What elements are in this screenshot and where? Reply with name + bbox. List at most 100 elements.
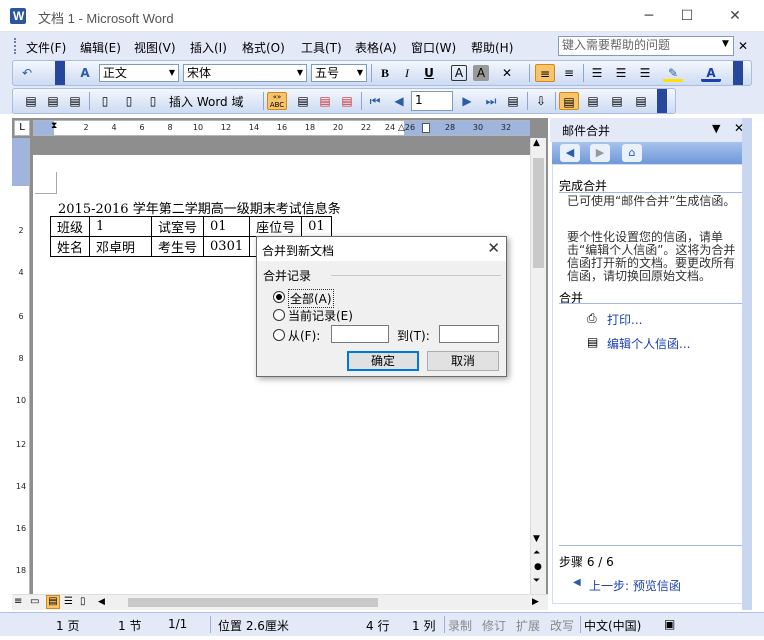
status-record-macro[interactable]: 录制: [448, 617, 472, 634]
insert-merge-fields-icon[interactable]: ▯: [143, 92, 163, 110]
scroll-thumb[interactable]: [533, 158, 544, 268]
table-cell[interactable]: 0301: [203, 236, 251, 257]
previous-record-icon[interactable]: ◀: [389, 92, 409, 110]
next-record-icon[interactable]: ▶: [457, 92, 477, 110]
prev-step-arrow-icon[interactable]: ◀: [573, 577, 581, 588]
status-track-changes[interactable]: 修订: [482, 617, 506, 634]
radio-all-label[interactable]: 全部(A): [288, 289, 334, 308]
table-cell[interactable]: 01: [301, 216, 332, 237]
record-number-input[interactable]: 1: [411, 91, 453, 111]
prev-page-icon[interactable]: ⏶: [533, 548, 540, 558]
horizontal-scrollbar[interactable]: ≡ ▭ ▤ ☰ ▯ ◀ ▶: [12, 594, 548, 610]
browse-object-icon[interactable]: ●: [534, 562, 542, 572]
undo-icon[interactable]: ↶: [17, 64, 37, 82]
next-page-icon[interactable]: ⏷: [533, 576, 540, 586]
table-cell[interactable]: 试室号: [151, 216, 205, 237]
merge-to-email-icon[interactable]: ▤: [607, 92, 627, 110]
indent-marker-icon[interactable]: ⧗: [51, 121, 57, 131]
dialog-close-button[interactable]: ✕: [487, 239, 500, 257]
style-dropdown[interactable]: 正文 ▼: [99, 64, 179, 82]
cancel-button[interactable]: 取消: [427, 351, 499, 371]
dialog-titlebar[interactable]: 合并到新文档 ✕: [257, 237, 506, 261]
recipients-icon[interactable]: ▤: [65, 92, 85, 110]
to-record-input[interactable]: [439, 325, 499, 343]
merge-to-new-document-icon[interactable]: ▤: [559, 92, 579, 110]
print-link[interactable]: 打印...: [607, 311, 642, 328]
outline-view-icon[interactable]: ☰: [64, 596, 73, 607]
distribute-align-icon[interactable]: ≡: [559, 64, 579, 82]
from-record-input[interactable]: [331, 325, 389, 343]
toolbar-options-icon[interactable]: [657, 89, 667, 113]
help-dropdown-icon[interactable]: ▼: [722, 39, 729, 49]
align-justify-icon[interactable]: ≡: [535, 64, 555, 82]
vertical-ruler[interactable]: 2 4 6 8 10 12 14 16 18: [12, 138, 30, 594]
scroll-left-icon[interactable]: ◀: [98, 597, 105, 607]
font-size-dropdown[interactable]: 五号 ▼: [311, 64, 367, 82]
radio-current-record[interactable]: [273, 309, 285, 321]
open-data-source-icon[interactable]: ▤: [43, 92, 63, 110]
status-overtype[interactable]: 改写: [550, 617, 574, 634]
insert-word-field-button[interactable]: 插入 Word 域: [169, 93, 243, 110]
menu-insert[interactable]: 插入(I): [190, 39, 227, 56]
scroll-right-icon[interactable]: ▶: [532, 597, 539, 607]
menu-format[interactable]: 格式(O): [242, 39, 285, 56]
maximize-button[interactable]: ☐: [664, 0, 710, 32]
numbering-icon[interactable]: ☰: [587, 64, 607, 82]
tab-selector-icon[interactable]: L: [14, 120, 30, 136]
ruler-tab-marker[interactable]: [422, 123, 430, 133]
highlight-fields-icon[interactable]: ▤: [293, 92, 313, 110]
check-errors-icon[interactable]: ⇩: [531, 92, 551, 110]
main-doc-setup-icon[interactable]: ▤: [21, 92, 41, 110]
hscroll-thumb[interactable]: [128, 598, 378, 607]
insert-greeting-icon[interactable]: ▯: [119, 92, 139, 110]
styles-pane-icon[interactable]: A: [75, 64, 95, 82]
previous-step-link[interactable]: 上一步: 预览信函: [589, 577, 681, 594]
underline-button[interactable]: U: [419, 64, 439, 82]
menu-edit[interactable]: 编辑(E): [80, 39, 121, 56]
menu-help[interactable]: 帮助(H): [471, 39, 513, 56]
bullets-icon[interactable]: ☰: [611, 64, 631, 82]
bold-button[interactable]: B: [375, 64, 395, 82]
view-merged-data-icon[interactable]: «» ABC: [267, 92, 287, 110]
word-app-icon[interactable]: W: [10, 8, 26, 24]
help-search-input[interactable]: 键入需要帮助的问题: [558, 36, 734, 56]
font-dropdown[interactable]: 宋体 ▼: [183, 64, 307, 82]
find-entry-icon[interactable]: ▤: [503, 92, 523, 110]
menu-window[interactable]: 窗口(W): [411, 39, 456, 56]
menu-grip[interactable]: [14, 38, 17, 54]
status-extend[interactable]: 扩展: [516, 617, 540, 634]
match-fields-icon[interactable]: ▤: [315, 92, 335, 110]
close-doc-icon[interactable]: ✕: [738, 39, 748, 53]
radio-from-label[interactable]: 从(F):: [288, 327, 320, 344]
merge-to-printer-icon[interactable]: ▤: [583, 92, 603, 110]
radio-all[interactable]: [273, 291, 285, 303]
toolbar-options-icon[interactable]: [733, 61, 743, 85]
vertical-scrollbar[interactable]: ▲ ▼ ⏶ ● ⏷: [530, 138, 546, 594]
ok-button[interactable]: 确定: [347, 351, 419, 371]
first-record-icon[interactable]: ⏮: [365, 92, 385, 110]
propagate-labels-icon[interactable]: ▤: [337, 92, 357, 110]
char-shading-button[interactable]: A: [473, 65, 489, 81]
home-icon[interactable]: ⌂: [622, 144, 642, 162]
menu-view[interactable]: 视图(V): [134, 39, 176, 56]
table-cell[interactable]: 班级: [49, 216, 91, 237]
taskpane-menu-icon[interactable]: ▼: [712, 122, 720, 135]
horizontal-ruler[interactable]: ⧗ △ 2 4 6 8 10 12 14 16 18 20 22 24 26 2…: [33, 120, 530, 136]
edit-individual-letters-link[interactable]: 编辑个人信函...: [607, 335, 690, 352]
radio-current-label[interactable]: 当前记录(E): [288, 307, 353, 324]
scroll-down-icon[interactable]: ▼: [533, 534, 540, 544]
merge-to-fax-icon[interactable]: ▤: [631, 92, 651, 110]
highlight-icon[interactable]: ✎: [663, 64, 683, 82]
italic-button[interactable]: I: [397, 64, 417, 82]
forward-arrow-icon[interactable]: ▶: [590, 144, 610, 162]
table-cell[interactable]: 1: [89, 216, 153, 237]
char-border-button[interactable]: A: [451, 65, 467, 81]
insert-address-block-icon[interactable]: ▯: [95, 92, 115, 110]
font-color-button[interactable]: A: [701, 64, 721, 82]
table-cell[interactable]: 姓名: [49, 236, 91, 257]
scroll-up-icon[interactable]: ▲: [533, 138, 540, 148]
menu-tools[interactable]: 工具(T): [301, 39, 342, 56]
menu-file[interactable]: 文件(F): [26, 39, 66, 56]
reading-view-icon[interactable]: ▯: [80, 596, 86, 607]
table-cell[interactable]: 邓卓明: [89, 236, 153, 257]
